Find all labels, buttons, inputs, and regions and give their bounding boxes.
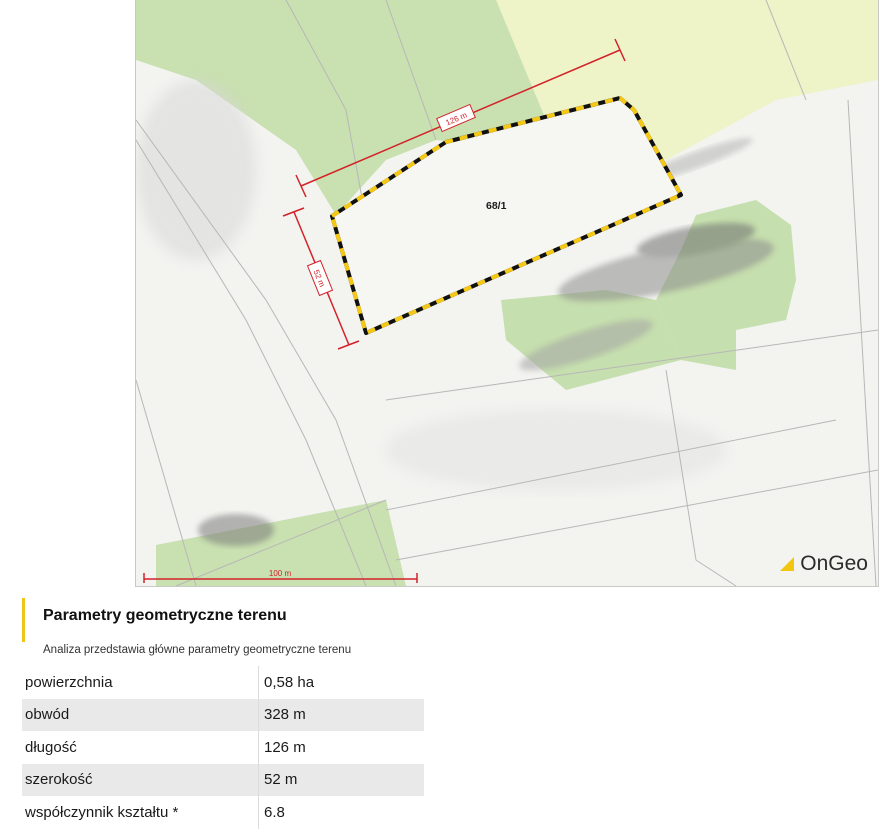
- table-row: szerokość 52 m: [22, 763, 424, 796]
- ongeo-logo: OnGeo: [780, 552, 868, 576]
- param-value: 6.8: [258, 796, 424, 829]
- table-row: obwód 328 m: [22, 698, 424, 731]
- scale-bar-label: 100 m: [269, 569, 292, 578]
- table-row: powierzchnia 0,58 ha: [22, 666, 424, 699]
- param-value: 52 m: [258, 763, 424, 796]
- param-value: 0,58 ha: [258, 666, 424, 699]
- map-canvas: 68/1 126 m 52 m 100 m: [136, 0, 878, 586]
- param-value: 126 m: [258, 731, 424, 764]
- geometry-parameters-table: powierzchnia 0,58 ha obwód 328 m długość…: [22, 666, 424, 829]
- table-row: długość 126 m: [22, 731, 424, 764]
- param-label: obwód: [22, 698, 259, 731]
- param-label: szerokość: [22, 763, 259, 796]
- param-label: współczynnik kształtu *: [25, 803, 179, 821]
- ongeo-logo-icon: [780, 557, 795, 571]
- section-title: Parametry geometryczne terenu: [43, 607, 287, 624]
- param-label: powierzchnia: [25, 673, 113, 691]
- section-accent-bar: [22, 598, 25, 642]
- parcel-map: 68/1 126 m 52 m 100 m OnGeo: [135, 0, 879, 587]
- parcel-label: 68/1: [486, 200, 507, 212]
- param-label: długość: [25, 738, 77, 756]
- param-value: 328 m: [258, 698, 424, 731]
- ongeo-logo-text: OnGeo: [800, 552, 868, 575]
- section-subtitle: Analiza przedstawia główne parametry geo…: [43, 644, 352, 656]
- table-row: współczynnik kształtu * 6.8: [22, 796, 424, 829]
